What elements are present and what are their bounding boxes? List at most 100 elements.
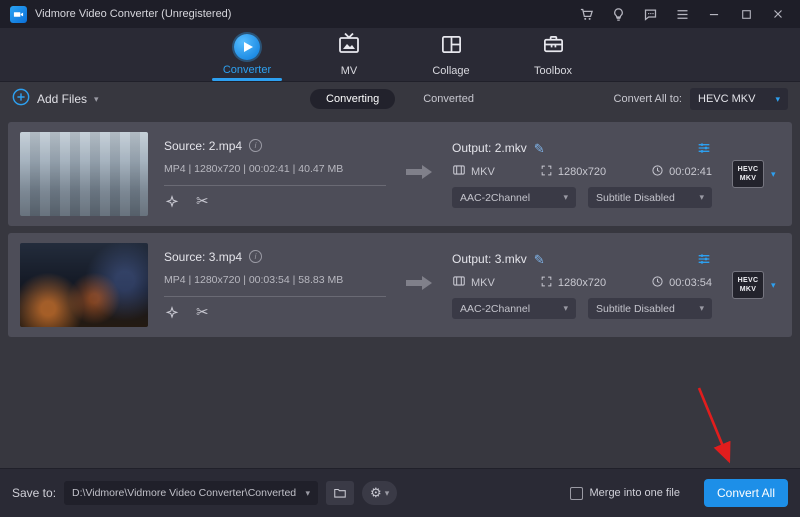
merge-checkbox[interactable] [569, 486, 583, 500]
save-path-value: D:\Vidmore\Vidmore Video Converter\Conve… [72, 487, 297, 499]
video-thumbnail-2[interactable] [20, 243, 148, 327]
output-duration: 00:03:54 [669, 276, 712, 289]
save-to-label: Save to: [12, 486, 57, 500]
idea-lamp-icon[interactable] [606, 3, 630, 25]
clock-icon [651, 164, 664, 180]
video-thumbnail-1[interactable] [20, 132, 148, 216]
file-row-2: Source: 3.mp4 i MP4 | 1280x720 | 00:03:5… [8, 233, 792, 337]
file-list: Source: 2.mp4 i MP4 | 1280x720 | 00:02:4… [0, 116, 800, 468]
audio-track-value: AAC-2Channel [460, 191, 531, 204]
format-icon [452, 274, 466, 291]
toolbar: Add Files ▾ Converting Converted Convert… [0, 82, 800, 116]
info-icon[interactable]: i [249, 250, 263, 263]
merge-label: Merge into one file [589, 487, 681, 499]
menu-icon[interactable] [670, 3, 694, 25]
mv-tv-icon [337, 32, 361, 61]
feedback-icon[interactable] [638, 3, 662, 25]
tab-collage[interactable]: Collage [422, 28, 480, 81]
tab-toolbox[interactable]: Toolbox [524, 28, 582, 81]
source-meta: MP4 | 1280x720 | 00:02:41 | 40.47 MB [164, 163, 386, 186]
titlebar: Vidmore Video Converter (Unregistered) [0, 0, 800, 28]
resolution-expand-icon [540, 164, 553, 180]
toolbox-icon [542, 33, 565, 61]
chevron-down-icon: ▾ [563, 303, 568, 313]
subtitle-value: Subtitle Disabled [596, 302, 675, 315]
source-info-1: Source: 2.mp4 i MP4 | 1280x720 | 00:02:4… [164, 139, 386, 210]
cart-icon[interactable] [574, 3, 598, 25]
app-window: Vidmore Video Converter (Unregistered) C… [0, 0, 800, 517]
add-files-button[interactable]: Add Files ▾ [12, 88, 310, 111]
source-filename: Source: 2.mp4 [164, 138, 243, 153]
settings-sliders-icon[interactable] [696, 251, 712, 267]
subtitle-select[interactable]: Subtitle Disabled ▾ [588, 187, 712, 208]
chevron-down-icon: ▾ [771, 168, 776, 179]
gear-icon: ⚙ [370, 485, 382, 500]
source-info-2: Source: 3.mp4 i MP4 | 1280x720 | 00:03:5… [164, 250, 386, 321]
chevron-down-icon: ▾ [305, 487, 311, 498]
convert-all-to-select[interactable]: HEVC MKV ▾ [690, 88, 788, 110]
output-format: MKV [471, 165, 495, 178]
audio-track-select[interactable]: AAC-2Channel ▾ [452, 187, 576, 208]
minimize-icon[interactable] [702, 3, 726, 25]
chevron-down-icon: ▾ [771, 279, 776, 290]
tab-converting[interactable]: Converting [310, 89, 396, 109]
settings-sliders-icon[interactable] [696, 140, 712, 156]
format-icon [452, 163, 466, 180]
open-folder-button[interactable] [326, 481, 355, 505]
output-profile-button[interactable]: HEVC MKV ▾ [732, 160, 776, 188]
file-row-1: Source: 2.mp4 i MP4 | 1280x720 | 00:02:4… [8, 122, 792, 226]
audio-track-select[interactable]: AAC-2Channel ▾ [452, 298, 576, 319]
tab-converter-label: Converter [222, 63, 272, 76]
cut-scissors-icon[interactable]: ✂ [196, 305, 209, 320]
close-icon[interactable] [766, 3, 790, 25]
tab-converted[interactable]: Converted [407, 89, 490, 109]
info-icon[interactable]: i [249, 139, 263, 152]
tab-mv[interactable]: MV [320, 28, 378, 81]
rename-pencil-icon[interactable]: ✎ [534, 142, 545, 155]
maximize-icon[interactable] [734, 3, 758, 25]
chevron-down-icon: ▾ [775, 93, 780, 104]
output-filename: Output: 2.mkv [452, 141, 527, 155]
output-resolution: 1280x720 [557, 165, 607, 178]
resolution-expand-icon [540, 275, 553, 291]
subtitle-select[interactable]: Subtitle Disabled ▾ [588, 298, 712, 319]
profile-badge: HEVC MKV [732, 160, 764, 188]
bottom-bar: Save to: D:\Vidmore\Vidmore Video Conver… [0, 468, 800, 517]
app-logo-icon [10, 5, 27, 23]
main-nav: Converter MV Collage Toolbox [0, 28, 800, 82]
chevron-down-icon: ▾ [563, 192, 568, 202]
chevron-down-icon: ▾ [384, 487, 390, 498]
profile-badge: HEVC MKV [732, 271, 764, 299]
settings-gear-button[interactable]: ⚙ ▾ [362, 481, 398, 505]
output-resolution: 1280x720 [557, 276, 607, 289]
save-path-select[interactable]: D:\Vidmore\Vidmore Video Converter\Conve… [64, 481, 319, 505]
output-profile-button[interactable]: HEVC MKV ▾ [732, 271, 776, 299]
queue-tabs: Converting Converted [310, 89, 490, 109]
convert-all-to-group: Convert All to: HEVC MKV ▾ [490, 88, 788, 110]
subtitle-value: Subtitle Disabled [596, 191, 675, 204]
add-files-caret-icon[interactable]: ▾ [94, 94, 99, 104]
output-format: MKV [471, 276, 495, 289]
cut-scissors-icon[interactable]: ✂ [196, 194, 209, 209]
effect-star-icon[interactable] [164, 194, 180, 210]
chevron-down-icon: ▾ [699, 303, 704, 313]
convert-all-button[interactable]: Convert All [704, 479, 788, 507]
tab-mv-label: MV [340, 65, 358, 77]
merge-into-one-file-option[interactable]: Merge into one file [569, 486, 681, 500]
tab-toolbox-label: Toolbox [534, 64, 572, 77]
source-filename: Source: 3.mp4 [164, 249, 243, 264]
add-files-label: Add Files [37, 92, 88, 106]
clock-icon [651, 275, 664, 291]
converter-play-icon [234, 33, 260, 60]
rename-pencil-icon[interactable]: ✎ [534, 253, 545, 266]
add-plus-icon [12, 88, 30, 111]
source-meta: MP4 | 1280x720 | 00:03:54 | 58.83 MB [164, 274, 386, 297]
output-duration: 00:02:41 [669, 165, 712, 178]
audio-track-value: AAC-2Channel [460, 302, 531, 315]
collage-grid-icon [440, 33, 463, 61]
convert-all-to-value: HEVC MKV [698, 93, 756, 105]
tab-converter[interactable]: Converter [218, 28, 276, 81]
effect-star-icon[interactable] [164, 305, 180, 321]
convert-all-to-label: Convert All to: [613, 93, 682, 105]
tab-collage-label: Collage [432, 64, 470, 77]
